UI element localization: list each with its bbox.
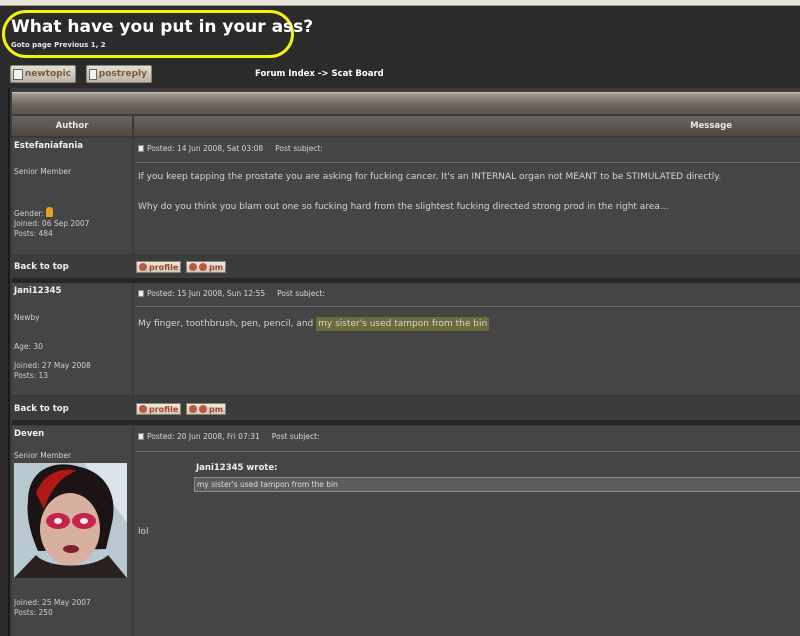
author-column-header: Author [12,116,132,136]
forum-table: Author Message Estefaniafania Senior Mem… [8,88,800,636]
breadcrumb[interactable]: Forum Index -> Scat Board [255,69,384,79]
post-reply-label: postreply [98,69,147,79]
profile-label: profile [149,404,179,414]
topic-header: What have you put in your ass? Goto page… [0,6,800,60]
post-body: lol [138,527,149,537]
table-top-bar [12,92,800,114]
gender-label: Gender: [14,209,45,218]
post-count: Posts: 250 [14,608,53,617]
post-body: My finger, toothbrush, pen, pencil, and … [138,317,490,331]
post-separator [12,420,800,425]
back-to-top-link[interactable]: Back to top [12,256,132,278]
posted-date: Posted: 14 Jun 2008, Sat 03:08 [147,144,264,153]
post-author-cell: Jani12345 Newby Age: 30 Joined: 27 May 2… [12,283,132,395]
post-body-line: If you keep tapping the prostate you are… [138,172,722,182]
post-subject-label: Post subject: [271,432,320,441]
post-message-cell: Posted: 20 Jun 2008, Fri 07:31 Post subje… [134,426,800,636]
username[interactable]: Deven [14,429,44,439]
document-icon [89,68,97,80]
pm-icon-2 [199,263,207,271]
new-topic-button[interactable]: newtopic [10,65,76,83]
pm-label: pm [209,404,224,414]
profile-button[interactable]: profile [136,403,182,415]
document-icon [13,68,23,80]
posted-date: Posted: 15 Jun 2008, Sun 12:55 [147,289,266,298]
post-author-cell: Estefaniafania Senior Member Gender: Joi… [12,138,132,254]
post-divider [136,162,800,163]
joined-date: Joined: 06 Sep 2007 [14,219,90,228]
post-icon[interactable] [138,290,144,297]
highlighted-text: my sister's used tampon from the bin [316,317,490,331]
user-rank: Senior Member [14,167,72,176]
quote-author: Jani12345 wrote: [196,463,278,473]
joined-date: Joined: 27 May 2008 [14,361,91,370]
goto-page-links[interactable]: Goto page Previous 1, 2 [11,41,106,49]
post-divider [136,451,800,452]
new-topic-label: newtopic [24,69,71,79]
post-body-text: My finger, toothbrush, pen, pencil, and [138,319,317,329]
topic-title[interactable]: What have you put in your ass? [11,17,313,37]
user-age: Age: 30 [14,342,43,351]
pm-icon [189,405,197,413]
profile-button[interactable]: profile [136,261,182,273]
user-rank: Newby [14,313,40,322]
pm-button[interactable]: pm [186,261,227,273]
back-to-top-link[interactable]: Back to top [12,398,132,420]
profile-icon [139,405,147,413]
avatar [14,463,127,578]
post-actions: profile pm [134,398,800,420]
user-details: Joined: 25 May 2007 Posts: 250 [14,598,91,618]
pm-icon-2 [199,405,207,413]
post-header: Posted: 14 Jun 2008, Sat 03:08 Post subje… [138,144,323,153]
message-column-header: Message [134,116,800,136]
quote-box: my sister's used tampon from the bin [194,477,800,492]
post-message-cell: Posted: 14 Jun 2008, Sat 03:08 Post subje… [134,138,800,254]
gender-icon [46,207,54,217]
post-divider [136,306,800,307]
post-icon[interactable] [138,433,144,440]
posted-date: Posted: 20 Jun 2008, Fri 07:31 [147,432,260,441]
post-header: Posted: 15 Jun 2008, Sun 12:55 Post subje… [138,289,325,298]
post-count: Posts: 13 [14,371,49,380]
username[interactable]: Jani12345 [14,286,61,296]
username[interactable]: Estefaniafania [14,141,83,151]
user-rank: Senior Member [14,451,72,460]
pm-button[interactable]: pm [186,403,227,415]
post-reply-button[interactable]: postreply [86,65,152,83]
post-subject-label: Post subject: [275,144,323,153]
post-header: Posted: 20 Jun 2008, Fri 07:31 Post subje… [138,432,320,441]
profile-label: profile [149,262,179,272]
post-message-cell: Posted: 15 Jun 2008, Sun 12:55 Post subje… [134,283,800,395]
pm-icon [189,263,197,271]
post-icon[interactable] [138,145,144,152]
post-author-cell: Deven Senior Member Joined: 25 May 2007 … [12,426,132,636]
message-header-label: Message [690,121,732,131]
user-details: Gender: Joined: 06 Sep 2007 Posts: 484 [14,207,89,239]
post-count: Posts: 484 [14,229,53,238]
post-actions: profile pm [134,256,800,278]
post-body-line: Why do you think you blam out one so fuc… [138,202,669,212]
pm-label: pm [209,262,224,272]
user-details: Joined: 27 May 2008 Posts: 13 [14,361,91,381]
post-subject-label: Post subject: [277,289,325,298]
joined-date: Joined: 25 May 2007 [14,598,91,607]
avatar-image [14,463,127,578]
profile-icon [139,263,147,271]
